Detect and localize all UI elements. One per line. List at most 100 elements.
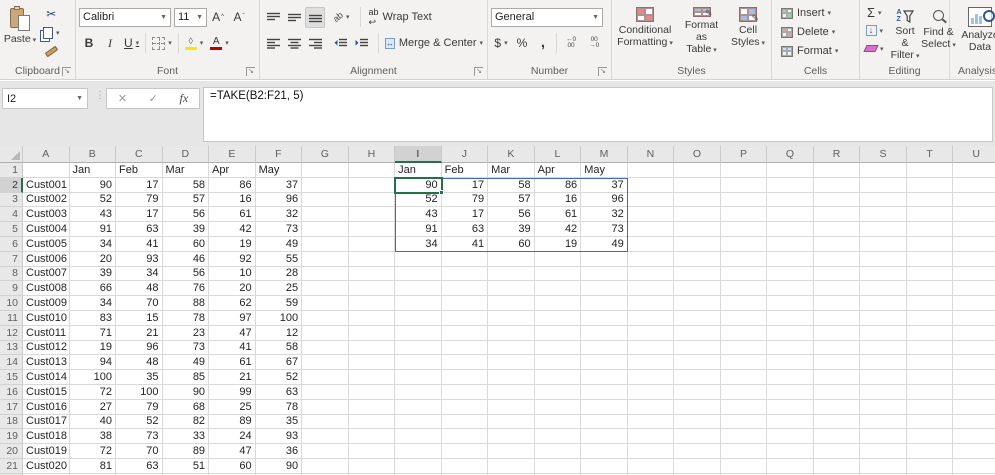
- conditional-formatting-button[interactable]: Conditional Formatting: [614, 4, 676, 60]
- cell-F1[interactable]: May: [255, 163, 303, 178]
- row-header-5[interactable]: 5: [0, 222, 23, 237]
- column-header-K[interactable]: K: [488, 146, 535, 163]
- cell-D20[interactable]: 89: [162, 444, 210, 459]
- cell-H17[interactable]: [348, 399, 396, 415]
- wrap-text-button[interactable]: ab ↩ Wrap Text: [366, 7, 435, 28]
- cell-E16[interactable]: 99: [209, 384, 256, 400]
- cell-S8[interactable]: [860, 266, 907, 282]
- row-header-19[interactable]: 19: [0, 429, 23, 445]
- cell-A2[interactable]: Cust001: [23, 177, 70, 193]
- cell-I10[interactable]: [395, 296, 442, 311]
- cell-N10[interactable]: [627, 296, 675, 311]
- cell-B3[interactable]: 52: [69, 192, 117, 208]
- cell-L20[interactable]: [534, 444, 582, 459]
- cell-T13[interactable]: [906, 340, 954, 356]
- cell-B19[interactable]: 38: [69, 429, 117, 445]
- cell-K15[interactable]: [488, 370, 535, 385]
- cell-O11[interactable]: [674, 310, 721, 326]
- cell-P19[interactable]: [720, 429, 768, 445]
- cell-A6[interactable]: Cust005: [23, 236, 70, 252]
- cell-F20[interactable]: 36: [255, 444, 303, 459]
- cell-K17[interactable]: [488, 399, 535, 415]
- cell-T20[interactable]: [906, 444, 954, 459]
- cell-C3[interactable]: 79: [116, 192, 163, 208]
- cell-U20[interactable]: [953, 444, 995, 459]
- cell-G9[interactable]: [302, 281, 349, 297]
- cell-M7[interactable]: [581, 251, 628, 267]
- cell-N2[interactable]: [627, 177, 675, 193]
- cell-N18[interactable]: [627, 414, 675, 430]
- column-header-Q[interactable]: Q: [767, 146, 814, 163]
- column-header-H[interactable]: H: [348, 146, 396, 163]
- cell-S4[interactable]: [860, 207, 907, 223]
- cell-E6[interactable]: 19: [209, 236, 256, 252]
- cell-Q10[interactable]: [767, 296, 814, 311]
- cell-H3[interactable]: [348, 192, 396, 208]
- cell-A10[interactable]: Cust009: [23, 296, 70, 311]
- cell-Q19[interactable]: [767, 429, 814, 445]
- clear-button[interactable]: [862, 40, 887, 57]
- cell-J7[interactable]: [441, 251, 489, 267]
- cell-D17[interactable]: 68: [162, 399, 210, 415]
- cell-U16[interactable]: [953, 384, 995, 400]
- cell-U11[interactable]: [953, 310, 995, 326]
- copy-button[interactable]: [40, 25, 63, 42]
- cell-U17[interactable]: [953, 399, 995, 415]
- cell-K12[interactable]: [488, 325, 535, 341]
- delete-cells-button[interactable]: Delete: [778, 23, 853, 41]
- font-dialog-launcher[interactable]: ↘: [246, 67, 255, 76]
- cell-T8[interactable]: [906, 266, 954, 282]
- cell-B11[interactable]: 83: [69, 310, 117, 326]
- cell-B10[interactable]: 34: [69, 296, 117, 311]
- cell-D5[interactable]: 39: [162, 222, 210, 237]
- column-header-R[interactable]: R: [813, 146, 861, 163]
- cell-A3[interactable]: Cust002: [23, 192, 70, 208]
- cell-I6[interactable]: 34: [395, 236, 442, 252]
- row-header-15[interactable]: 15: [0, 370, 23, 385]
- cell-C19[interactable]: 73: [116, 429, 163, 445]
- cell-M15[interactable]: [581, 370, 628, 385]
- cell-D11[interactable]: 78: [162, 310, 210, 326]
- cell-B16[interactable]: 72: [69, 384, 117, 400]
- cell-H13[interactable]: [348, 340, 396, 356]
- cell-C18[interactable]: 52: [116, 414, 163, 430]
- cell-Q11[interactable]: [767, 310, 814, 326]
- cell-E9[interactable]: 20: [209, 281, 256, 297]
- row-header-16[interactable]: 16: [0, 384, 23, 400]
- cell-S16[interactable]: [860, 384, 907, 400]
- percent-style-button[interactable]: %: [512, 33, 532, 54]
- cell-D12[interactable]: 23: [162, 325, 210, 341]
- cell-C11[interactable]: 15: [116, 310, 163, 326]
- row-header-9[interactable]: 9: [0, 281, 23, 297]
- cell-H5[interactable]: [348, 222, 396, 237]
- cell-T21[interactable]: [906, 458, 954, 474]
- cell-B20[interactable]: 72: [69, 444, 117, 459]
- cell-M1[interactable]: May: [581, 163, 628, 178]
- insert-function-icon[interactable]: fx: [180, 91, 189, 106]
- cut-button[interactable]: ✂: [40, 6, 63, 23]
- cell-F7[interactable]: 55: [255, 251, 303, 267]
- cell-A5[interactable]: Cust004: [23, 222, 70, 237]
- cell-I12[interactable]: [395, 325, 442, 341]
- cell-F17[interactable]: 78: [255, 399, 303, 415]
- cell-O18[interactable]: [674, 414, 721, 430]
- cell-J14[interactable]: [441, 355, 489, 371]
- cell-E10[interactable]: 62: [209, 296, 256, 311]
- cell-N3[interactable]: [627, 192, 675, 208]
- cell-L19[interactable]: [534, 429, 582, 445]
- cell-L6[interactable]: 19: [534, 236, 582, 252]
- cell-T7[interactable]: [906, 251, 954, 267]
- cell-M13[interactable]: [581, 340, 628, 356]
- cell-P3[interactable]: [720, 192, 768, 208]
- row-header-11[interactable]: 11: [0, 310, 23, 326]
- cell-F16[interactable]: 63: [255, 384, 303, 400]
- cell-L14[interactable]: [534, 355, 582, 371]
- cell-O5[interactable]: [674, 222, 721, 237]
- cell-D10[interactable]: 88: [162, 296, 210, 311]
- cell-G21[interactable]: [302, 458, 349, 474]
- bold-button[interactable]: B: [79, 33, 99, 54]
- cell-P2[interactable]: [720, 177, 768, 193]
- comma-style-button[interactable]: ,: [533, 33, 553, 54]
- cell-P9[interactable]: [720, 281, 768, 297]
- cell-H19[interactable]: [348, 429, 396, 445]
